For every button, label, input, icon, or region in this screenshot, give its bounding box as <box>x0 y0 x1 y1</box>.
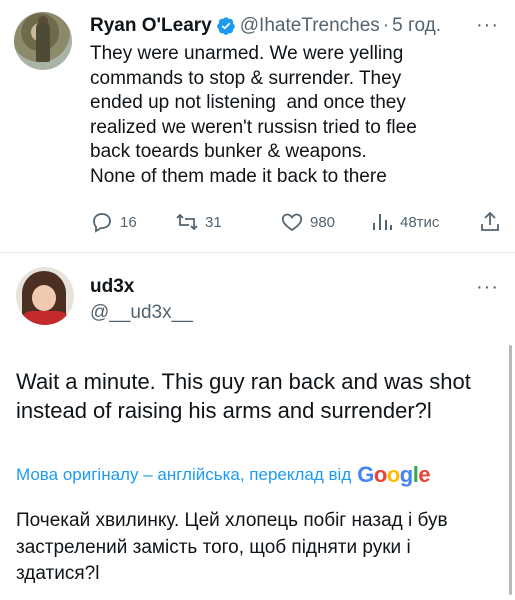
tweet-divider <box>0 252 515 253</box>
reply-text-line: Wait a minute. This guy ran back and was… <box>16 369 471 394</box>
tweet-text-line: None of them made it back to there <box>90 165 387 187</box>
reply-text: Wait a minute. This guy ran back and was… <box>16 367 496 425</box>
tweet-text-line: They were unarmed. We were yelling <box>90 43 404 64</box>
google-logo: Google <box>357 462 431 487</box>
avatar-figure-body <box>36 22 50 62</box>
retweet-icon <box>176 213 198 231</box>
tweet-text-line: ended up not listening and once they <box>90 92 406 114</box>
avatar-face <box>32 285 56 311</box>
header-separator: · <box>382 15 390 36</box>
share-button[interactable] <box>478 209 508 235</box>
translation-notice-text: Мова оригіналу – англійська, переклад ві… <box>16 465 352 484</box>
more-options-icon[interactable]: ··· <box>476 14 499 37</box>
retweet-button[interactable]: 31 <box>175 209 222 235</box>
tweet-card: Ryan O'Leary @IhateTrenches · 5 год. ···… <box>0 0 515 252</box>
scrollbar[interactable] <box>509 345 512 595</box>
views-button[interactable]: 48тис <box>370 209 439 235</box>
translated-text: Почекай хвилинку. Цей хлопець побіг наза… <box>16 508 496 588</box>
translated-text-line: застрелений замість того, щоб підняти ру… <box>16 536 411 558</box>
reply-count: 16 <box>120 213 137 231</box>
translated-text-line: Почекай хвилинку. Цей хлопець побіг наза… <box>16 510 448 531</box>
translated-text-line: здатися?l <box>16 563 100 584</box>
reply-more-options-icon[interactable]: ··· <box>476 276 499 299</box>
share-icon <box>481 211 499 231</box>
views-chart-icon <box>373 214 392 230</box>
reply-author-handle[interactable]: @__ud3x__ <box>90 302 193 324</box>
author-handle[interactable]: @IhateTrenches <box>240 15 380 37</box>
tweet-text-line: back toeards bunker & weapons. <box>90 141 367 163</box>
tweet-header: Ryan O'Leary @IhateTrenches · 5 год. <box>90 12 441 40</box>
reply-icon <box>93 213 111 233</box>
reply-text-line: instead of raising his arms and surrende… <box>16 398 432 423</box>
reply-button[interactable]: 16 <box>90 209 137 235</box>
author-name[interactable]: Ryan O'Leary <box>90 15 212 37</box>
like-button[interactable]: 980 <box>280 209 335 235</box>
reply-author-avatar[interactable] <box>16 267 74 325</box>
verified-badge-icon <box>217 17 235 35</box>
translation-notice[interactable]: Мова оригіналу – англійська, переклад ві… <box>16 460 431 490</box>
avatar-shirt <box>20 311 70 325</box>
author-avatar[interactable] <box>14 12 72 70</box>
tweet-actions: 16 31 980 48тис <box>90 209 505 235</box>
heart-icon <box>281 213 303 232</box>
retweet-count: 31 <box>205 213 222 231</box>
reply-author-name[interactable]: ud3x <box>90 276 134 298</box>
tweet-text-line: commands to stop & surrender. They <box>90 67 402 89</box>
tweet-text: They were unarmed. We were yelling comma… <box>90 42 500 190</box>
tweet-text-line: realized we weren't russisn tried to fle… <box>90 116 417 138</box>
views-count: 48тис <box>400 213 440 231</box>
tweet-timestamp[interactable]: 5 год. <box>392 15 441 37</box>
like-count: 980 <box>310 213 336 231</box>
